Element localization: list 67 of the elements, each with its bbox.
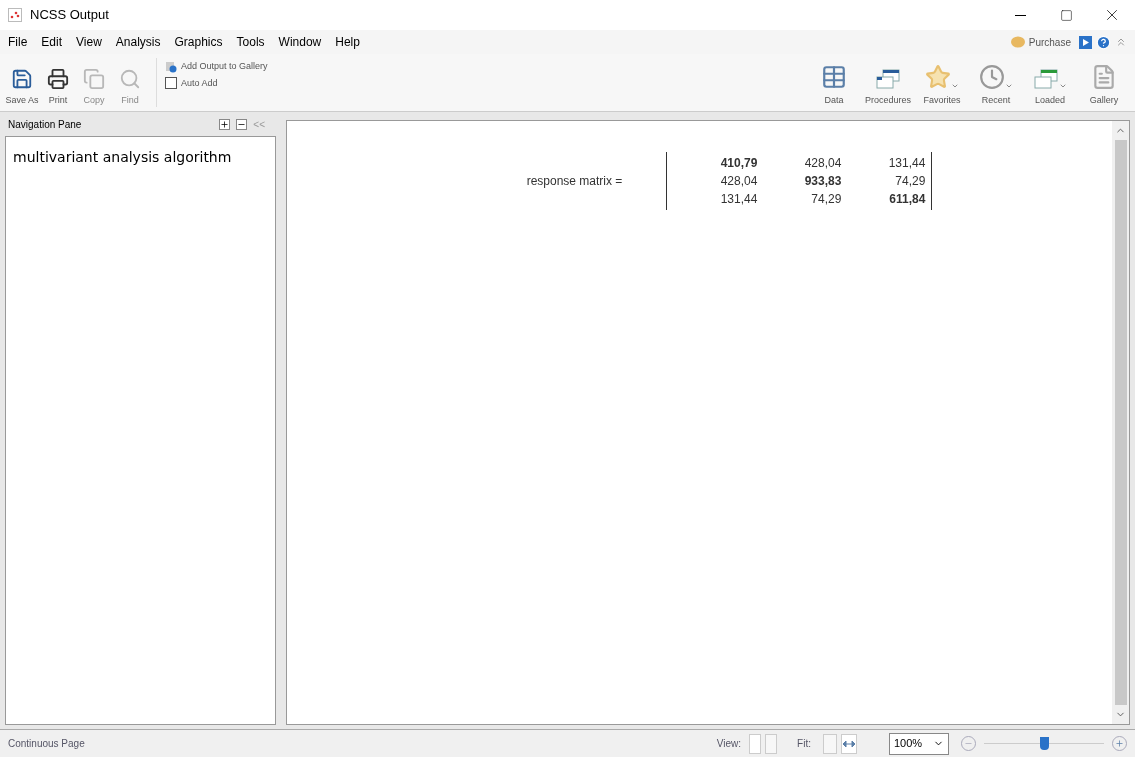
fit-label: Fit: <box>797 737 811 751</box>
window-title: NCSS Output <box>30 6 109 25</box>
view-mode-button[interactable] <box>765 733 778 754</box>
app-icon <box>8 8 22 22</box>
add-gallery-icon <box>165 60 177 73</box>
slider-thumb[interactable] <box>1040 737 1049 750</box>
clock-icon <box>979 63 1005 90</box>
plus-icon <box>220 119 230 129</box>
auto-add-label: Auto Add <box>181 76 218 90</box>
maximize-icon <box>1059 8 1073 22</box>
menu-item[interactable]: File <box>8 33 28 51</box>
add-to-gallery-button[interactable]: Add Output to Gallery <box>165 60 268 74</box>
matrix-cell-text: 131,44 <box>719 191 758 208</box>
auto-add-checkbox[interactable] <box>165 77 177 90</box>
menu-item[interactable]: Window <box>278 33 322 51</box>
star-icon <box>925 63 951 90</box>
scrollbar-thumb[interactable] <box>1114 140 1127 705</box>
collapse-all-button[interactable] <box>236 118 248 130</box>
matrix-cell-text: 428,04 <box>719 173 758 190</box>
purchase-link[interactable]: Purchase <box>1028 34 1071 50</box>
matrix-cell-text: 74,29 <box>810 191 842 208</box>
scrollbar[interactable] <box>1112 121 1129 724</box>
menu-item[interactable]: Tools <box>236 33 265 51</box>
navigation-item[interactable]: multivariant analysis algorithm <box>13 143 268 172</box>
printer-icon <box>47 67 69 90</box>
view-mode-button[interactable] <box>749 733 762 754</box>
matrix-cell-text: 131,44 <box>887 155 926 172</box>
toolbar-button[interactable]: Recent <box>969 54 1023 111</box>
matrix-cell-text: 428,04 <box>803 155 842 172</box>
expand-all-button[interactable] <box>219 118 231 130</box>
save-icon <box>11 67 33 90</box>
pane-title: Navigation Pane <box>8 117 82 132</box>
matrix-cell-text: 933,83 <box>803 173 842 190</box>
toolbar-button[interactable]: Favorites <box>915 54 969 111</box>
menu-item[interactable]: View <box>76 33 102 51</box>
matrix-cell-text: 74,29 <box>894 173 926 190</box>
windows-icon <box>1033 67 1059 90</box>
coin-icon <box>1008 36 1025 48</box>
table-icon <box>821 63 847 90</box>
menu-item[interactable]: Graphics <box>174 33 223 51</box>
toolbar-button[interactable]: Print <box>40 54 76 111</box>
menu-item[interactable]: Edit <box>41 33 63 51</box>
zoom-dropdown[interactable]: 100% <box>889 732 949 755</box>
matrix-cell-text: 410,79 <box>719 155 758 172</box>
toolbar-button[interactable]: Save As <box>4 54 40 111</box>
status-text: Continuous Page <box>8 737 85 751</box>
help-icon[interactable] <box>1096 34 1111 50</box>
play-icon <box>1079 35 1092 49</box>
copy-icon <box>83 67 105 90</box>
windows-icon <box>875 67 901 90</box>
fit-width-button[interactable] <box>841 733 857 754</box>
zoom-slider[interactable] <box>984 736 1104 751</box>
fit-width-icon <box>843 740 855 747</box>
minimize-icon <box>1014 14 1026 16</box>
menu-item[interactable]: Help <box>335 33 360 51</box>
document-icon <box>1091 63 1117 90</box>
toolbar-button[interactable]: Gallery <box>1077 54 1131 111</box>
collapse-ribbon-icon[interactable] <box>1115 36 1127 48</box>
matrix-label: response matrix = <box>526 173 623 190</box>
toolbar-button[interactable]: Procedures <box>861 54 915 111</box>
search-icon <box>119 67 141 90</box>
view-label: View: <box>716 737 742 751</box>
toolbar-button[interactable]: Loaded <box>1023 54 1077 111</box>
zoom-in-icon <box>1115 739 1124 748</box>
toolbar-button[interactable]: Data <box>807 54 861 111</box>
menu-item[interactable]: Analysis <box>115 33 161 51</box>
matrix-cell-text: 611,84 <box>888 191 926 208</box>
